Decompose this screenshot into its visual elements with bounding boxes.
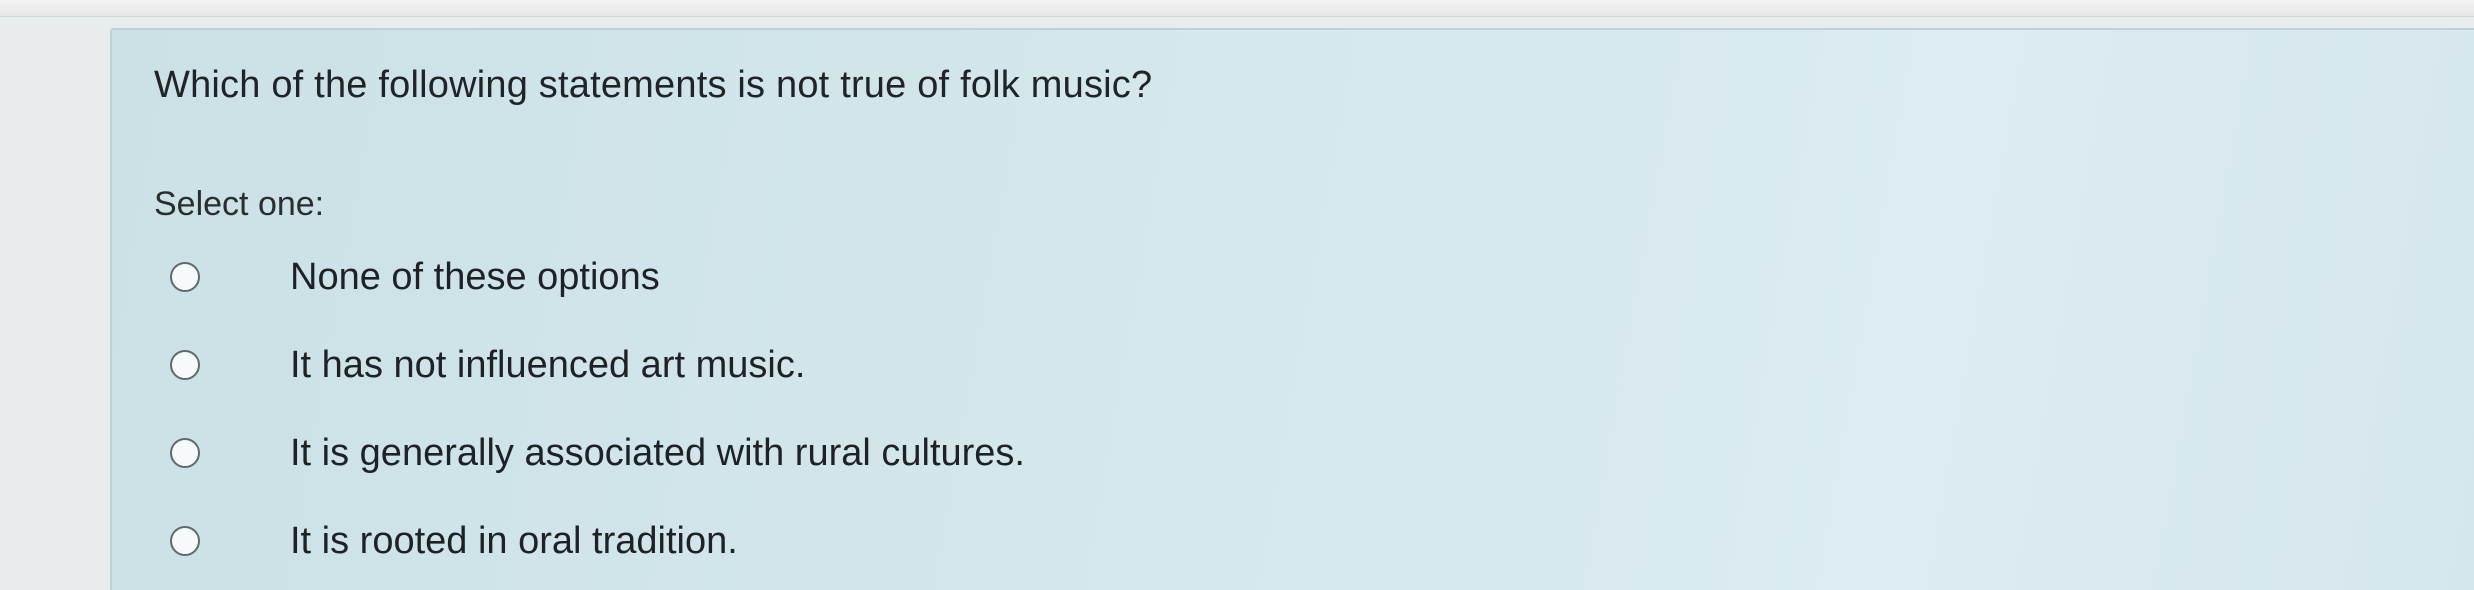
top-header-strip [0,0,2474,17]
answer-label[interactable]: None of these options [290,256,660,299]
answer-option[interactable]: None of these options [170,252,660,302]
answer-option[interactable]: It has not influenced art music. [170,340,805,390]
select-one-prompt: Select one: [154,185,325,223]
radio-button[interactable] [170,262,200,292]
radio-button[interactable] [170,526,200,556]
answer-label[interactable]: It has not influenced art music. [290,344,805,387]
answer-label[interactable]: It is rooted in oral tradition. [290,520,738,563]
radio-button[interactable] [170,438,200,468]
answer-label[interactable]: It is generally associated with rural cu… [290,432,1025,475]
answer-option[interactable]: It is generally associated with rural cu… [170,428,1025,478]
radio-button[interactable] [170,350,200,380]
question-text: Which of the following statements is not… [154,64,1153,106]
question-panel: Which of the following statements is not… [110,28,2474,590]
answer-option[interactable]: It is rooted in oral tradition. [170,516,738,566]
